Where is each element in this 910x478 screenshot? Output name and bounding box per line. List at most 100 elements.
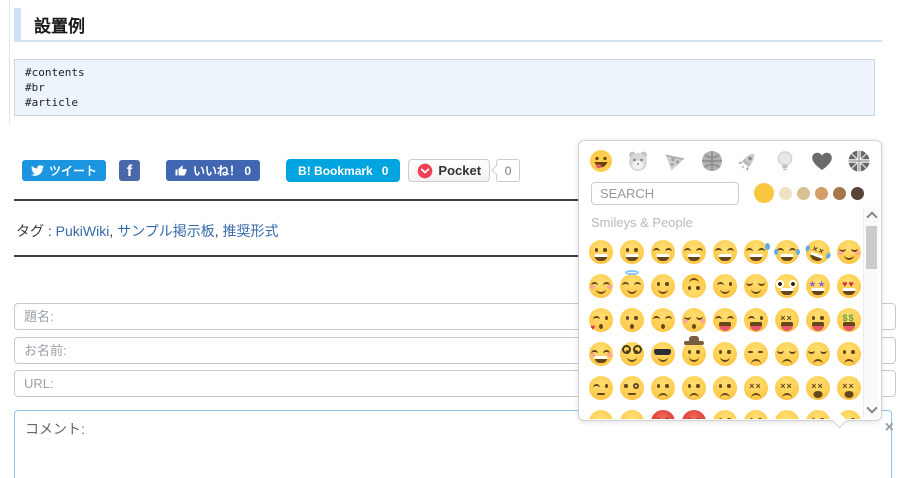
emoji-nerd[interactable]	[619, 342, 644, 366]
emoji-cell	[709, 337, 740, 371]
emoji-scrollbar[interactable]	[863, 207, 879, 418]
emoji-stuck-out-tongue[interactable]	[805, 308, 830, 332]
emoji-upside-down[interactable]	[681, 274, 706, 298]
page-edge-line	[9, 0, 10, 124]
emoji-angry[interactable]	[650, 410, 675, 419]
emoji-cowboy[interactable]	[681, 342, 706, 366]
close-icon[interactable]: ×	[885, 420, 894, 436]
emoji-confused[interactable]	[650, 376, 675, 400]
tone-swatch-4[interactable]	[815, 186, 828, 200]
emoji-smirk[interactable]	[712, 342, 737, 366]
tone-swatch-1[interactable]	[754, 183, 774, 203]
emoji-kissing-smiling-eyes[interactable]	[650, 308, 675, 332]
emoji-sleepy[interactable]	[588, 410, 613, 419]
tone-swatch-3[interactable]	[797, 186, 810, 200]
emoji-heart-eyes[interactable]: ♥♥	[836, 274, 861, 298]
emoji-hushed[interactable]	[805, 410, 830, 419]
emoji-unamused[interactable]	[743, 342, 768, 366]
tag-link-pukiwiki[interactable]: PukiWiki	[56, 223, 110, 239]
emoji-row: ××	[585, 235, 865, 269]
tone-swatch-6[interactable]	[851, 186, 864, 200]
emoji-persevere[interactable]: ××	[743, 376, 768, 400]
category-symbols-icon[interactable]	[810, 149, 834, 173]
category-activity-icon[interactable]	[700, 149, 724, 173]
tone-swatch-5[interactable]	[833, 186, 846, 200]
emoji-cell	[647, 235, 678, 269]
code-line: #br	[25, 81, 45, 94]
emoji-sunglasses[interactable]	[650, 342, 675, 366]
pocket-button[interactable]: Pocket	[408, 159, 491, 182]
emoji-grinning[interactable]	[588, 240, 613, 264]
emoji-innocent[interactable]	[619, 274, 644, 298]
emoji-zany[interactable]	[774, 274, 799, 298]
emoji-stuck-out-tongue-closed-eyes[interactable]: ××	[774, 308, 799, 332]
tweet-button[interactable]: ツイート	[22, 160, 107, 181]
emoji-monocle[interactable]	[619, 376, 644, 400]
emoji-smiley[interactable]	[619, 240, 644, 264]
facebook-icon[interactable]: f	[119, 160, 141, 181]
emoji-blush[interactable]	[588, 274, 613, 298]
emoji-kissing[interactable]	[619, 308, 644, 332]
emoji-stuck-out-tongue-winking-eye[interactable]	[743, 308, 768, 332]
tone-swatch-2[interactable]	[779, 186, 792, 200]
emoji-cell	[585, 337, 616, 371]
emoji-raised-eyebrow[interactable]	[588, 376, 613, 400]
category-food-drink-icon[interactable]	[663, 149, 687, 173]
like-label: いいね！ 0	[193, 164, 252, 178]
hatena-bookmark-button[interactable]: B! Bookmark 0	[286, 159, 401, 182]
pocket-count-badge: 0	[496, 159, 521, 182]
emoji-hugging[interactable]	[588, 342, 613, 366]
emoji-cell	[709, 371, 740, 405]
emoji-disappointed[interactable]	[774, 342, 799, 366]
emoji-expressionless[interactable]	[774, 410, 799, 419]
emoji-slight-smile[interactable]	[650, 274, 675, 298]
emoji-search-input[interactable]	[591, 181, 739, 205]
tag-separator: ,	[109, 223, 118, 239]
emoji-weary[interactable]: ××	[836, 376, 861, 400]
emoji-rofl[interactable]: ××	[802, 236, 833, 268]
emoji-smile[interactable]	[650, 240, 675, 264]
emoji-section-label: Smileys & People	[591, 215, 693, 230]
category-flags-icon[interactable]	[847, 149, 871, 173]
emoji-tired-face[interactable]: ××	[805, 376, 830, 400]
emoji-slight-frown[interactable]	[681, 376, 706, 400]
scrollbar-thumb[interactable]	[866, 226, 877, 269]
emoji-relieved[interactable]	[743, 274, 768, 298]
emoji-rage[interactable]	[681, 410, 706, 419]
facebook-like-button[interactable]: いいね！ 0	[166, 160, 261, 181]
emoji-neutral[interactable]	[743, 410, 768, 419]
code-block: #contents #br #article	[14, 59, 875, 116]
emoji-kissing-heart[interactable]	[588, 308, 613, 332]
emoji-cell	[585, 269, 616, 303]
emoji-star-struck[interactable]: ★★	[805, 274, 830, 298]
emoji-cell	[678, 235, 709, 269]
emoji-no-mouth[interactable]	[712, 410, 737, 419]
scroll-down-icon[interactable]	[866, 402, 878, 414]
tag-link-recommended-format[interactable]: 推奨形式	[223, 223, 279, 239]
emoji-laughing[interactable]	[712, 240, 737, 264]
emoji-relaxed[interactable]	[836, 240, 861, 264]
emoji-confounded[interactable]: ××	[774, 376, 799, 400]
emoji-pensive[interactable]	[805, 342, 830, 366]
emoji-yum[interactable]	[712, 308, 737, 332]
emoji-worried[interactable]	[836, 342, 861, 366]
category-smileys-people-icon[interactable]	[589, 149, 613, 173]
scroll-up-icon[interactable]	[866, 211, 878, 223]
emoji-kissing-closed-eyes[interactable]	[681, 308, 706, 332]
emoji-cell	[616, 303, 647, 337]
emoji-frowning2[interactable]	[712, 376, 737, 400]
emoji-grin[interactable]	[681, 240, 706, 264]
category-objects-icon[interactable]	[773, 149, 797, 173]
emoji-cell	[771, 337, 802, 371]
emoji-joy[interactable]	[773, 240, 800, 264]
emoji-money-mouth[interactable]: $$	[836, 308, 861, 332]
emoji-triumph[interactable]	[619, 410, 644, 419]
emoji-cell	[678, 303, 709, 337]
category-travel-places-icon[interactable]	[736, 149, 760, 173]
page-title: 設置例	[34, 16, 85, 36]
emoji-cell	[678, 337, 709, 371]
emoji-sweat-smile[interactable]	[743, 240, 770, 264]
tag-link-sample-board[interactable]: サンプル掲示板	[117, 223, 215, 239]
category-animals-nature-icon[interactable]	[626, 149, 650, 173]
emoji-wink[interactable]	[712, 274, 737, 298]
